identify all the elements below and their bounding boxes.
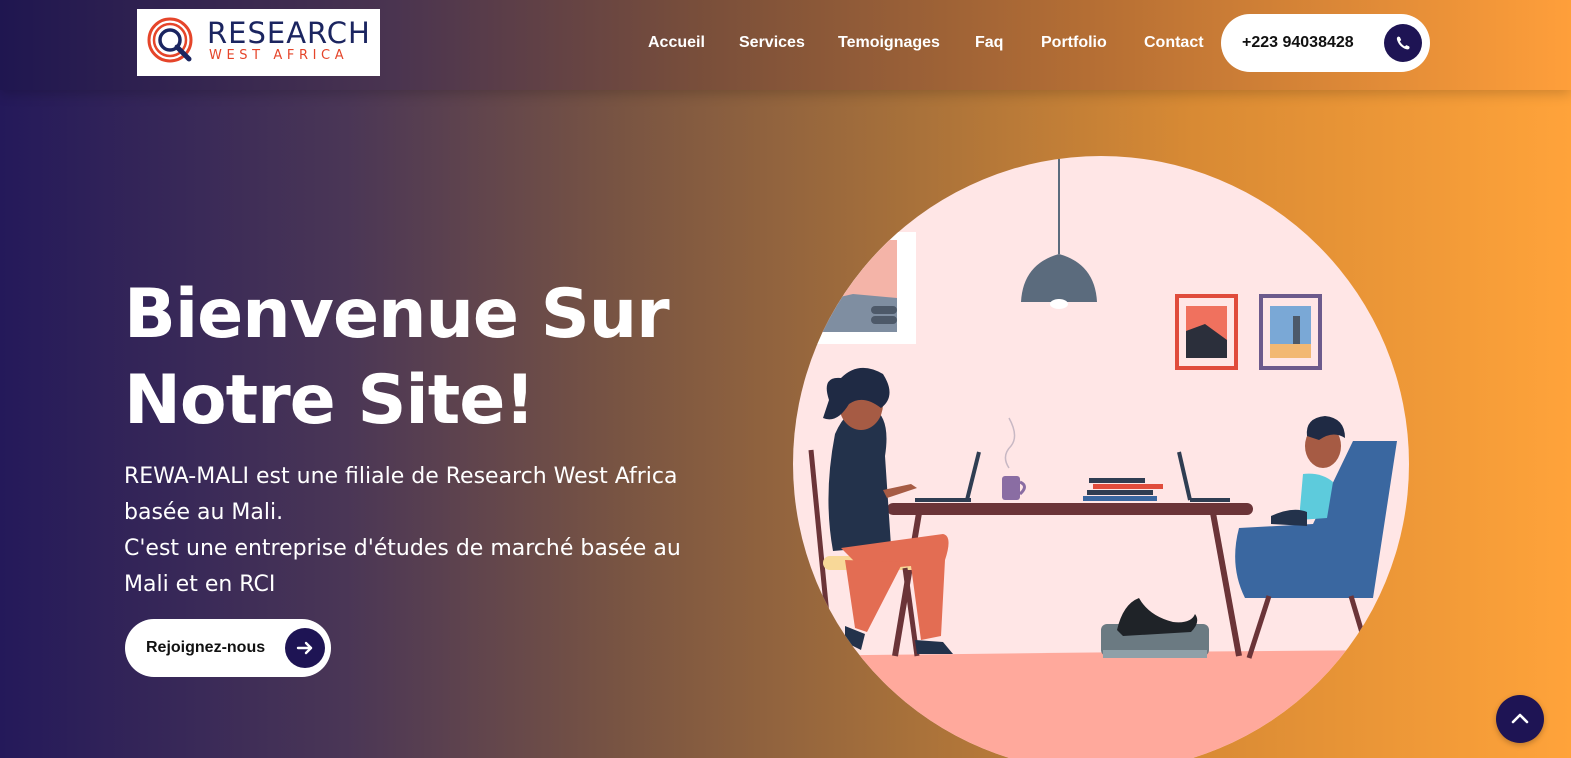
phone-button[interactable]: +223 94038428 xyxy=(1221,14,1430,72)
page: RESEARCH WEST AFRICA Accueil Services Te… xyxy=(0,0,1571,758)
hero-text-line1: REWA-MALI est une filiale de Research We… xyxy=(124,464,678,489)
join-us-label: Rejoignez-nous xyxy=(146,639,266,656)
hero-text-line3: C'est une entreprise d'études de marché … xyxy=(124,536,681,561)
chevron-up-icon xyxy=(1511,713,1529,724)
nav-faq[interactable]: Faq xyxy=(975,32,1003,54)
hero-title-line2: Notre Site! xyxy=(124,361,535,440)
nav-temoignages[interactable]: Temoignages xyxy=(838,32,940,54)
join-us-button[interactable]: Rejoignez-nous xyxy=(125,619,331,677)
scroll-top-button[interactable] xyxy=(1496,695,1544,743)
site-header: RESEARCH WEST AFRICA Accueil Services Te… xyxy=(0,0,1571,90)
hero-text-line4: Mali et en RCI xyxy=(124,572,276,597)
logo-tagline: WEST AFRICA xyxy=(209,48,349,63)
nav-portfolio[interactable]: Portfolio xyxy=(1041,32,1107,54)
hero-text-line2: basée au Mali. xyxy=(124,500,284,525)
office-illustration xyxy=(793,156,1409,758)
site-logo[interactable]: RESEARCH WEST AFRICA xyxy=(137,9,380,76)
logo-wordmark: RESEARCH xyxy=(207,16,371,50)
magnifier-logo-icon xyxy=(147,17,193,63)
phone-number: +223 94038428 xyxy=(1242,34,1354,51)
nav-services[interactable]: Services xyxy=(739,32,805,54)
nav-contact[interactable]: Contact xyxy=(1144,32,1204,54)
nav-accueil[interactable]: Accueil xyxy=(648,32,705,54)
hero-title-line1: Bienvenue Sur xyxy=(124,275,670,354)
arrow-right-icon xyxy=(285,628,325,668)
hero-description: REWA-MALI est une filiale de Research We… xyxy=(124,459,744,603)
phone-icon xyxy=(1384,24,1422,62)
hero-title: Bienvenue Sur Notre Site! xyxy=(124,272,744,444)
